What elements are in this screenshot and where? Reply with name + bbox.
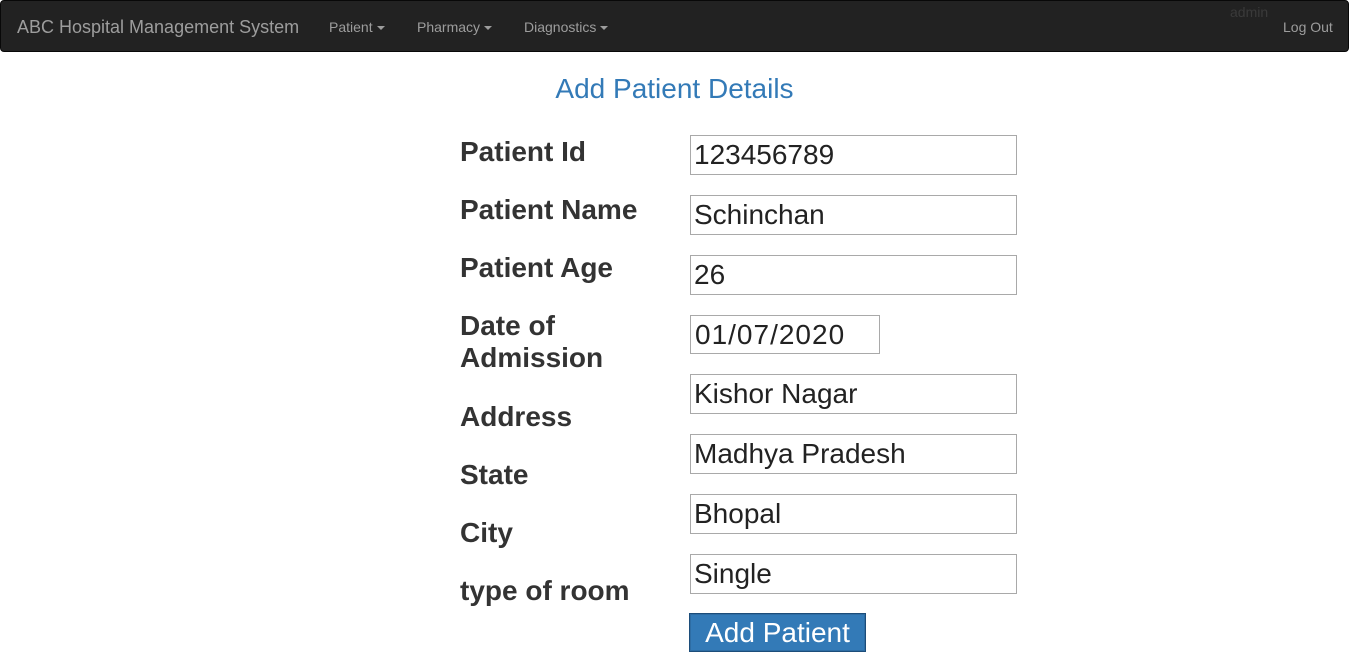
nav-menu-diagnostics[interactable]: Diagnostics <box>524 18 609 36</box>
date-of-admission-field[interactable]: 01/07/2020 <box>690 315 880 354</box>
room-type-label: type of room <box>460 575 630 606</box>
room-type-field[interactable] <box>690 554 1017 594</box>
nav-menu-pharmacy[interactable]: Pharmacy <box>417 18 493 36</box>
state-label: State <box>460 459 529 490</box>
patient-id-field[interactable] <box>690 135 1017 175</box>
nav-menu-pharmacy-label: Pharmacy <box>417 19 481 35</box>
logged-in-user: admin <box>1230 4 1269 20</box>
nav-menu-diagnostics-label: Diagnostics <box>524 19 597 35</box>
address-label: Address <box>460 401 573 432</box>
city-field[interactable] <box>690 494 1017 534</box>
add-patient-button[interactable]: Add Patient <box>689 613 866 652</box>
caret-down-icon <box>376 26 385 31</box>
state-field[interactable] <box>690 434 1017 474</box>
nav-menu-patient-label: Patient <box>329 19 373 35</box>
patient-id-label: Patient Id <box>460 136 587 167</box>
address-field[interactable] <box>690 374 1017 414</box>
brand-link[interactable]: ABC Hospital Management System <box>17 17 299 37</box>
patient-age-field[interactable] <box>690 255 1017 295</box>
top-navbar: ABC Hospital Management System Patient P… <box>0 0 1349 52</box>
caret-down-icon <box>600 26 609 31</box>
nav-menu-patient[interactable]: Patient <box>329 18 385 36</box>
caret-down-icon <box>484 26 493 31</box>
date-of-admission-label: Date of Admission <box>460 310 604 373</box>
logout-link[interactable]: Log Out <box>1283 18 1333 36</box>
page-title: Add Patient Details <box>555 73 794 104</box>
patient-age-label: Patient Age <box>460 252 613 283</box>
patient-name-label: Patient Name <box>460 194 638 225</box>
city-label: City <box>460 517 513 548</box>
patient-name-field[interactable] <box>690 195 1017 235</box>
